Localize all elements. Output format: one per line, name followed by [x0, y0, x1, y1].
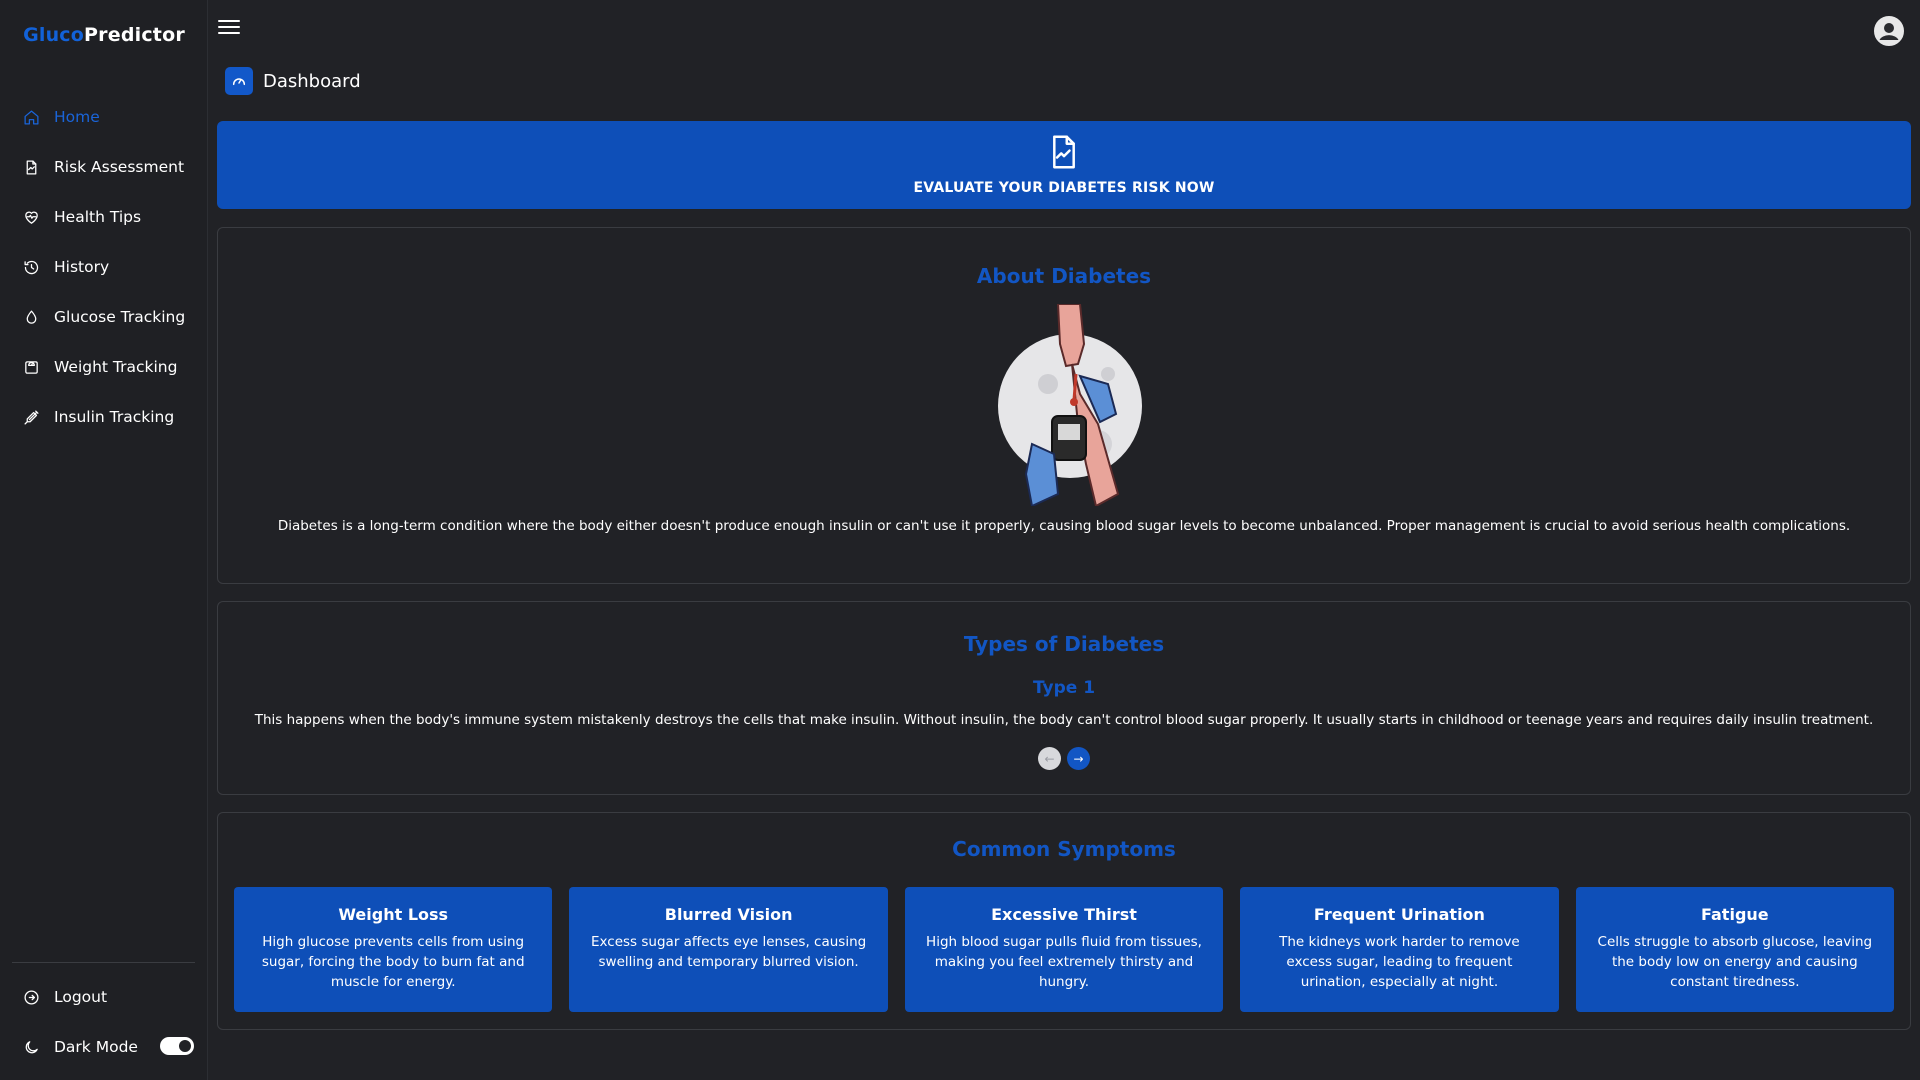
symptom-text: Excess sugar affects eye lenses, causing…	[591, 934, 867, 970]
type-subtitle: Type 1	[1032, 678, 1096, 698]
document-chart-icon	[20, 156, 42, 178]
sidebar-item-weight-tracking[interactable]: Weight Tracking	[0, 342, 208, 392]
evaluate-risk-label: EVALUATE YOUR DIABETES RISK NOW	[913, 180, 1215, 196]
sidebar-item-glucose-tracking[interactable]: Glucose Tracking	[0, 292, 208, 342]
user-avatar-icon[interactable]	[1874, 16, 1904, 46]
sidebar-divider	[12, 962, 195, 963]
carousel-controls: ← →	[218, 747, 1910, 770]
page-title: Dashboard	[263, 70, 361, 92]
sidebar-item-label: Risk Assessment	[54, 158, 185, 176]
common-symptoms-card: Common Symptoms Weight Loss High glucose…	[217, 812, 1911, 1030]
symptom-text: The kidneys work harder to remove excess…	[1279, 934, 1520, 990]
about-title: About Diabetes	[976, 264, 1152, 288]
next-button[interactable]: →	[1067, 747, 1090, 770]
symptom-title: Weight Loss	[338, 905, 449, 924]
glucose-test-illustration	[988, 303, 1148, 508]
sidebar-nav: Home Risk Assessment Health Tips History…	[0, 92, 208, 442]
symptom-text: High glucose prevents cells from using s…	[261, 934, 525, 990]
page-header: Dashboard	[225, 67, 361, 95]
symptom-card-fatigue: Fatigue Cells struggle to absorb glucose…	[1575, 887, 1895, 1012]
symptom-card-excessive-thirst: Excessive Thirst High blood sugar pulls …	[904, 887, 1224, 1012]
sidebar-item-health-tips[interactable]: Health Tips	[0, 192, 208, 242]
symptoms-title: Common Symptoms	[952, 837, 1176, 861]
type-description: This happens when the body's immune syst…	[254, 712, 1874, 728]
symptom-card-frequent-urination: Frequent Urination The kidneys work hard…	[1240, 887, 1559, 1012]
dashboard-gauge-icon	[225, 67, 253, 95]
dark-mode-label: Dark Mode	[54, 1038, 138, 1056]
symptom-title: Frequent Urination	[1313, 905, 1485, 924]
symptom-card-blurred-vision: Blurred Vision Excess sugar affects eye …	[569, 887, 888, 1012]
history-icon	[20, 256, 42, 278]
droplet-icon	[20, 306, 42, 328]
home-icon	[20, 106, 42, 128]
brand-logo[interactable]: GlucoPredictor	[0, 24, 208, 46]
dark-mode-row: Dark Mode	[0, 1022, 208, 1072]
previous-button[interactable]: ←	[1038, 747, 1061, 770]
document-chart-icon	[1047, 134, 1081, 174]
sidebar-item-label: Home	[54, 108, 100, 126]
sidebar-item-label: Insulin Tracking	[54, 408, 175, 426]
about-description: Diabetes is a long-term condition where …	[277, 518, 1851, 534]
sidebar-item-home[interactable]: Home	[0, 92, 208, 142]
symptom-text: High blood sugar pulls fluid from tissue…	[926, 934, 1202, 990]
symptom-title: Blurred Vision	[664, 905, 793, 924]
types-of-diabetes-card: Types of Diabetes Type 1 This happens wh…	[217, 601, 1911, 795]
sidebar-item-risk-assessment[interactable]: Risk Assessment	[0, 142, 208, 192]
sidebar-item-label: Glucose Tracking	[54, 308, 186, 326]
sidebar: GlucoPredictor Home Risk Assessment Heal…	[0, 0, 208, 1080]
sidebar-footer: Logout Dark Mode	[0, 972, 208, 1072]
toggle-knob	[179, 1040, 191, 1052]
symptom-title: Fatigue	[1701, 905, 1769, 924]
dark-mode-toggle[interactable]	[160, 1037, 194, 1055]
hamburger-icon[interactable]	[218, 20, 240, 38]
sidebar-item-insulin-tracking[interactable]: Insulin Tracking	[0, 392, 208, 442]
logout-icon	[20, 986, 42, 1008]
syringe-icon	[20, 406, 42, 428]
scale-icon	[20, 356, 42, 378]
sidebar-item-label: Health Tips	[54, 208, 142, 226]
sidebar-item-label: Weight Tracking	[54, 358, 178, 376]
sidebar-item-label: History	[54, 258, 110, 276]
heart-pulse-icon	[20, 206, 42, 228]
symptom-title: Excessive Thirst	[991, 905, 1137, 924]
evaluate-risk-button[interactable]: EVALUATE YOUR DIABETES RISK NOW	[217, 121, 1911, 209]
symptom-card-weight-loss: Weight Loss High glucose prevents cells …	[234, 887, 553, 1012]
sidebar-item-history[interactable]: History	[0, 242, 208, 292]
about-diabetes-card: About Diabetes Diabetes is a long-term c…	[217, 227, 1911, 584]
symptom-list: Weight Loss High glucose prevents cells …	[234, 887, 1895, 1012]
logout-button[interactable]: Logout	[0, 972, 208, 1022]
logout-label: Logout	[54, 988, 108, 1006]
symptom-text: Cells struggle to absorb glucose, leavin…	[1597, 934, 1873, 990]
moon-icon	[20, 1036, 42, 1058]
types-title: Types of Diabetes	[963, 632, 1165, 656]
